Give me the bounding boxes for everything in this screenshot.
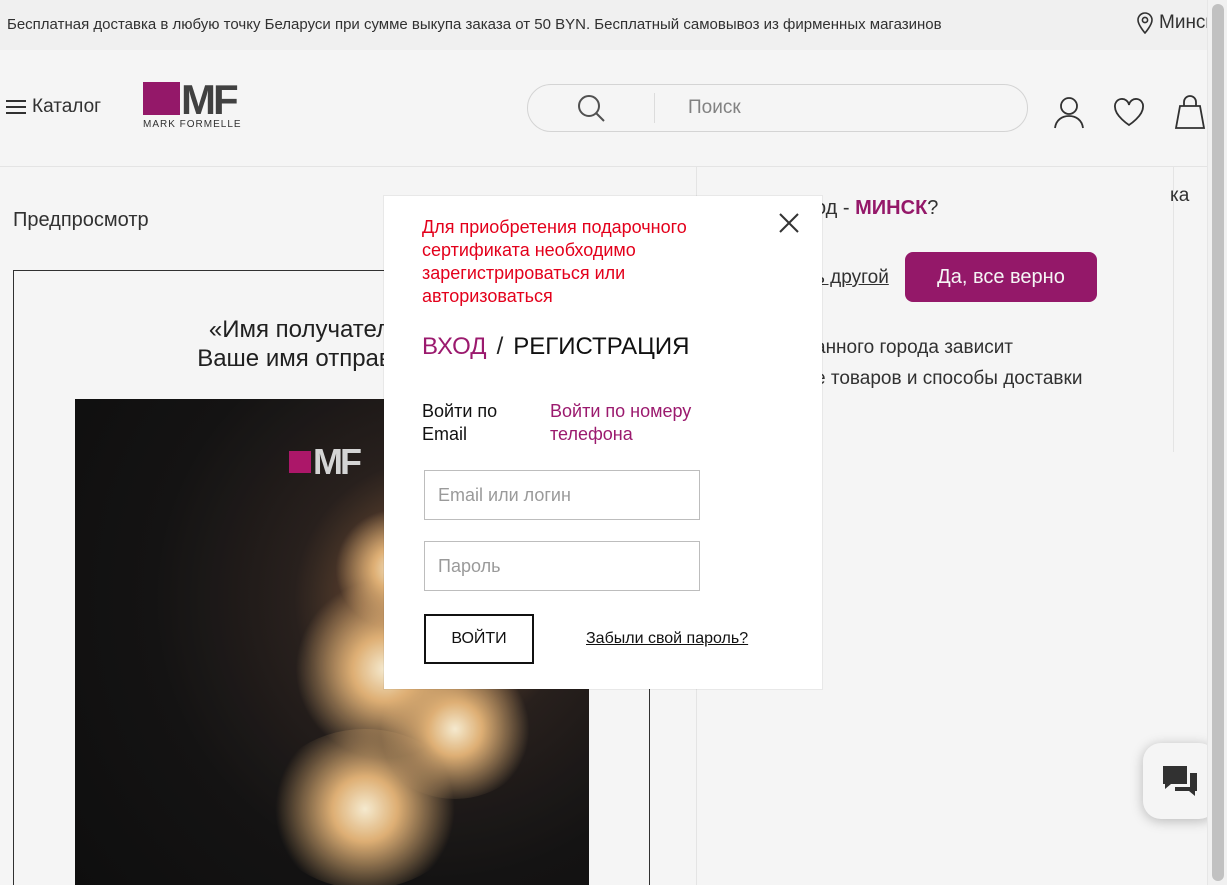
login-modal: Для приобретения подарочного сертификата… <box>384 196 822 689</box>
password-field[interactable] <box>424 541 700 591</box>
tab-separator: / <box>496 333 504 360</box>
page-scrollbar[interactable] <box>1207 0 1227 885</box>
login-button[interactable]: ВОЙТИ <box>424 614 534 664</box>
forgot-password-link[interactable]: Забыли свой пароль? <box>586 630 748 648</box>
tab-register[interactable]: РЕГИСТРАЦИЯ <box>513 333 689 360</box>
login-mode-phone[interactable]: Войти по номеру телефона <box>550 400 730 446</box>
close-icon[interactable] <box>778 212 800 234</box>
tab-login[interactable]: ВХОД <box>422 333 487 360</box>
gift-certificate-alert: Для приобретения подарочного сертификата… <box>422 217 687 306</box>
auth-tabs: ВХОД / РЕГИСТРАЦИЯ <box>422 333 689 361</box>
email-field[interactable] <box>424 470 700 520</box>
login-mode-email[interactable]: Войти по Email <box>422 400 532 446</box>
scrollbar-thumb[interactable] <box>1212 4 1224 881</box>
